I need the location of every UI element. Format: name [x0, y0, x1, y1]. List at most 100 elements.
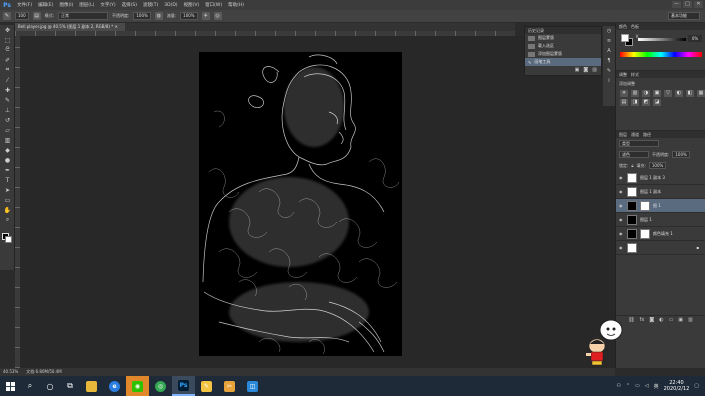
visibility-eye-icon[interactable]: ◉ — [619, 245, 624, 250]
tab-adjustments[interactable]: 调整 — [619, 71, 627, 78]
visibility-eye-icon[interactable]: ◉ — [619, 217, 624, 222]
pressure-opacity-icon[interactable]: ◍ — [154, 12, 163, 20]
file-explorer-icon[interactable] — [80, 376, 103, 396]
curves-icon[interactable]: ◑ — [642, 90, 650, 97]
brush-presets-icon[interactable]: ✎ — [603, 66, 615, 76]
new-layer-icon[interactable]: ▣ — [678, 317, 683, 323]
chrome-icon[interactable]: ◎ — [149, 376, 172, 396]
healing-tool-icon[interactable]: ✚ — [0, 85, 15, 95]
history-panel-title[interactable]: 历史记录 — [525, 27, 601, 34]
visibility-eye-icon[interactable]: ◉ — [619, 189, 624, 194]
input-method-indicator[interactable]: 英 — [654, 383, 659, 390]
menu-filter[interactable]: 滤镜(T) — [140, 2, 161, 8]
menu-help[interactable]: 帮助(H) — [225, 2, 247, 8]
chevron-up-icon[interactable]: ⌃ — [626, 383, 630, 389]
marquee-tool-icon[interactable]: ⬚ — [0, 35, 15, 45]
visibility-eye-icon[interactable]: ◉ — [619, 231, 624, 236]
maximize-button[interactable]: □ — [683, 1, 692, 8]
info-panel-icon[interactable]: i — [603, 76, 615, 86]
history-item[interactable]: 图层蒙版 — [525, 34, 601, 42]
path-select-tool-icon[interactable]: ➤ — [0, 185, 15, 195]
layer-opacity-input[interactable]: 100% — [672, 151, 690, 158]
color-balance-icon[interactable]: ◧ — [686, 90, 694, 97]
adjustment-layer-icon[interactable]: ◐ — [659, 317, 663, 323]
history-item-current[interactable]: ✎ 画笔工具 — [525, 58, 601, 66]
document-size-readout[interactable]: 文档:6.80M/50.4M — [26, 368, 61, 376]
trash-icon[interactable]: ▥ — [688, 317, 693, 323]
tab-swatches[interactable]: 色板 — [631, 23, 639, 30]
menu-window[interactable]: 窗口(W) — [202, 2, 225, 8]
layer-row[interactable]: ◉ 图层 1 副本 3 — [616, 171, 705, 185]
menu-type[interactable]: 文字(Y) — [97, 2, 118, 8]
tab-color[interactable]: 颜色 — [619, 23, 627, 30]
airbrush-icon[interactable]: ✈ — [201, 12, 210, 20]
browser-icon[interactable]: e — [103, 376, 126, 396]
camera-icon[interactable]: ◙ — [583, 67, 588, 73]
layer-row[interactable]: ◉ ▪ — [616, 241, 705, 255]
paragraph-panel-icon[interactable]: ¶ — [603, 56, 615, 66]
opacity-input[interactable]: 100% — [133, 12, 151, 20]
background-color-swatch[interactable] — [5, 236, 12, 243]
brush-tool-icon[interactable]: ✎ — [0, 95, 15, 105]
cortana-icon[interactable]: ○ — [40, 376, 60, 396]
tab-styles[interactable]: 样式 — [631, 71, 639, 78]
close-button[interactable]: ✕ — [694, 1, 703, 8]
blend-mode-select[interactable]: 滤色 — [619, 151, 649, 158]
lock-icon[interactable]: 🔒︎ — [631, 163, 633, 168]
minimize-button[interactable]: — — [672, 1, 681, 8]
clone-stamp-tool-icon[interactable]: ⊥ — [0, 105, 15, 115]
eyedropper-tool-icon[interactable]: ⁄ — [0, 75, 15, 85]
layer-row[interactable]: ◉ 图层 1 副本 — [616, 185, 705, 199]
foreground-color-chip[interactable] — [621, 34, 629, 42]
menu-edit[interactable]: 编辑(E) — [35, 2, 56, 8]
exposure-icon[interactable]: ▣ — [653, 90, 661, 97]
visibility-eye-icon[interactable]: ◉ — [619, 203, 624, 208]
zoom-tool-icon[interactable]: ⌕ — [0, 215, 15, 225]
gradient-tool-icon[interactable]: ▥ — [0, 135, 15, 145]
vibrance-icon[interactable]: ▽ — [664, 90, 672, 97]
color-spectrum-bar[interactable] — [620, 52, 702, 57]
black-white-icon[interactable]: ▦ — [697, 90, 705, 97]
layer-mask-thumbnail[interactable] — [640, 228, 650, 239]
move-tool-icon[interactable]: ✥ — [0, 25, 15, 35]
history-item[interactable]: 载入选区 — [525, 42, 601, 50]
zoom-readout[interactable]: 40.53% — [3, 368, 18, 376]
k-channel-input[interactable]: 0% — [688, 35, 702, 42]
search-icon[interactable]: ⌕ — [20, 376, 40, 396]
type-tool-icon[interactable]: T — [0, 175, 15, 185]
properties-panel-icon[interactable]: ≡ — [603, 36, 615, 46]
tab-channels[interactable]: 通道 — [631, 131, 639, 138]
menu-3d[interactable]: 3D(D) — [161, 3, 180, 8]
history-panel-icon[interactable]: ◷ — [603, 26, 615, 36]
workspace-select[interactable]: 基本功能 — [668, 12, 700, 20]
hand-tool-icon[interactable]: ✋ — [0, 205, 15, 215]
new-document-icon[interactable]: ▣ — [575, 67, 580, 73]
blur-tool-icon[interactable]: ◆ — [0, 145, 15, 155]
people-icon[interactable]: ⚇ — [616, 383, 620, 389]
shape-tool-icon[interactable]: ▭ — [0, 195, 15, 205]
pressure-size-icon[interactable]: ◎ — [213, 12, 222, 20]
menu-layer[interactable]: 图层(L) — [76, 2, 97, 8]
tab-layers[interactable]: 图层 — [619, 131, 627, 138]
brightness-contrast-icon[interactable]: ☀ — [620, 90, 628, 97]
history-item[interactable]: 添加图层蒙版 — [525, 50, 601, 58]
quick-select-tool-icon[interactable]: ✐ — [0, 55, 15, 65]
photo-filter-icon[interactable]: ▤ — [620, 99, 628, 106]
document-image[interactable] — [199, 52, 402, 356]
hue-saturation-icon[interactable]: ◐ — [675, 90, 683, 97]
channel-mixer-icon[interactable]: ◨ — [631, 99, 639, 106]
layer-row[interactable]: ◉ 图层 1 — [616, 213, 705, 227]
k-channel-slider[interactable] — [638, 38, 686, 41]
flow-input[interactable]: 100% — [180, 12, 198, 20]
layer-row-selected[interactable]: ◉ 图 1 — [616, 199, 705, 213]
tab-paths[interactable]: 路径 — [643, 131, 651, 138]
layer-kind-filter[interactable]: 类型 — [619, 140, 659, 147]
layer-style-icon[interactable]: fx — [640, 317, 645, 323]
dodge-tool-icon[interactable]: ● — [0, 155, 15, 165]
layer-mask-thumbnail[interactable] — [640, 200, 650, 211]
store-app-icon[interactable]: ◫ — [241, 376, 264, 396]
layer-row[interactable]: ◉ 颜色填充 1 — [616, 227, 705, 241]
menu-select[interactable]: 选择(S) — [119, 2, 140, 8]
notification-icon[interactable]: ▢ — [694, 383, 699, 389]
brush-tool-icon[interactable]: ✎ — [3, 12, 11, 20]
